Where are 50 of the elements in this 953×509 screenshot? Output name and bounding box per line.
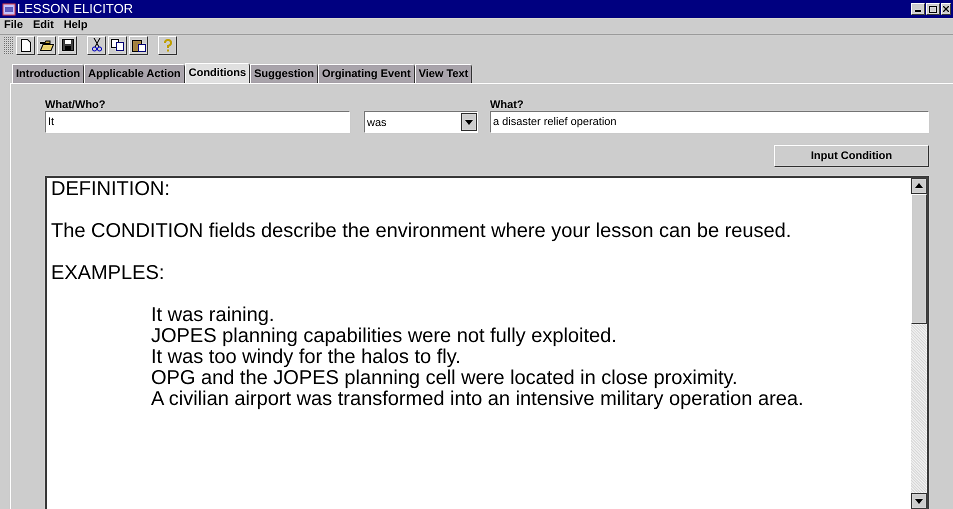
input-field[interactable]: It: [45, 111, 350, 133]
close-icon: [943, 6, 949, 12]
page-icon: [20, 38, 30, 52]
menu-item[interactable]: File: [4, 17, 23, 34]
menu-item[interactable]: Help: [64, 17, 88, 34]
tab[interactable]: Applicable Action: [84, 64, 185, 83]
question-mark-icon: [164, 38, 172, 52]
open-folder-button[interactable]: [37, 36, 56, 54]
scissors-icon: [92, 38, 102, 52]
toolbar-grip-icon: [4, 36, 14, 54]
verb-dropdown[interactable]: was: [364, 111, 478, 133]
text-line: DEFINITION:: [51, 179, 170, 200]
field-label: What?: [490, 98, 525, 111]
menu-item[interactable]: Edit: [32, 17, 54, 34]
tab[interactable]: Conditions: [184, 63, 250, 83]
scrollbar[interactable]: [911, 178, 927, 509]
field-label: What/Who?: [45, 98, 106, 111]
maximize-icon: [929, 6, 937, 12]
paste-button[interactable]: [129, 36, 148, 54]
tab[interactable]: Orginating Event: [318, 64, 415, 83]
text-line: A civilian airport was transformed into an intensive military operation area.: [151, 389, 804, 410]
close-button[interactable]: [941, 3, 951, 15]
folder-icon: [40, 40, 54, 50]
scroll-thumb[interactable]: [911, 194, 927, 324]
help-button[interactable]: [158, 36, 177, 54]
text-line: EXAMPLES:: [51, 263, 164, 284]
copy-icon: [111, 39, 124, 51]
clipboard-icon: [132, 38, 146, 52]
input-condition-button[interactable]: Input Condition: [774, 145, 929, 167]
save-button[interactable]: [58, 36, 77, 54]
new-file-button[interactable]: [16, 36, 35, 54]
tab[interactable]: Introduction: [12, 64, 84, 83]
tab[interactable]: View Text: [414, 64, 472, 83]
copy-button[interactable]: [108, 36, 127, 54]
scroll-up-icon[interactable]: [911, 178, 927, 194]
window-title: LESSON ELICITOR: [17, 0, 134, 18]
text-line: It was too windy for the halos to fly.: [151, 347, 461, 368]
app-icon: [2, 2, 16, 16]
minimize-button[interactable]: [911, 3, 925, 15]
text-line: OPG and the JOPES planning cell were located in close proximity.: [151, 368, 738, 389]
text-line: The CONDITION fields describe the environment where your lesson can be reused.: [51, 221, 792, 242]
cut-button[interactable]: [87, 36, 106, 54]
tab[interactable]: Suggestion: [250, 64, 318, 83]
minimize-icon: [915, 10, 921, 12]
text-line: JOPES planning capabilities were not fully exploited.: [151, 326, 617, 347]
text-area[interactable]: [45, 176, 929, 509]
text-line: It was raining.: [151, 305, 274, 326]
scroll-down-icon[interactable]: [911, 493, 927, 509]
maximize-button[interactable]: [926, 3, 940, 15]
input-field[interactable]: a disaster relief operation: [490, 111, 929, 133]
